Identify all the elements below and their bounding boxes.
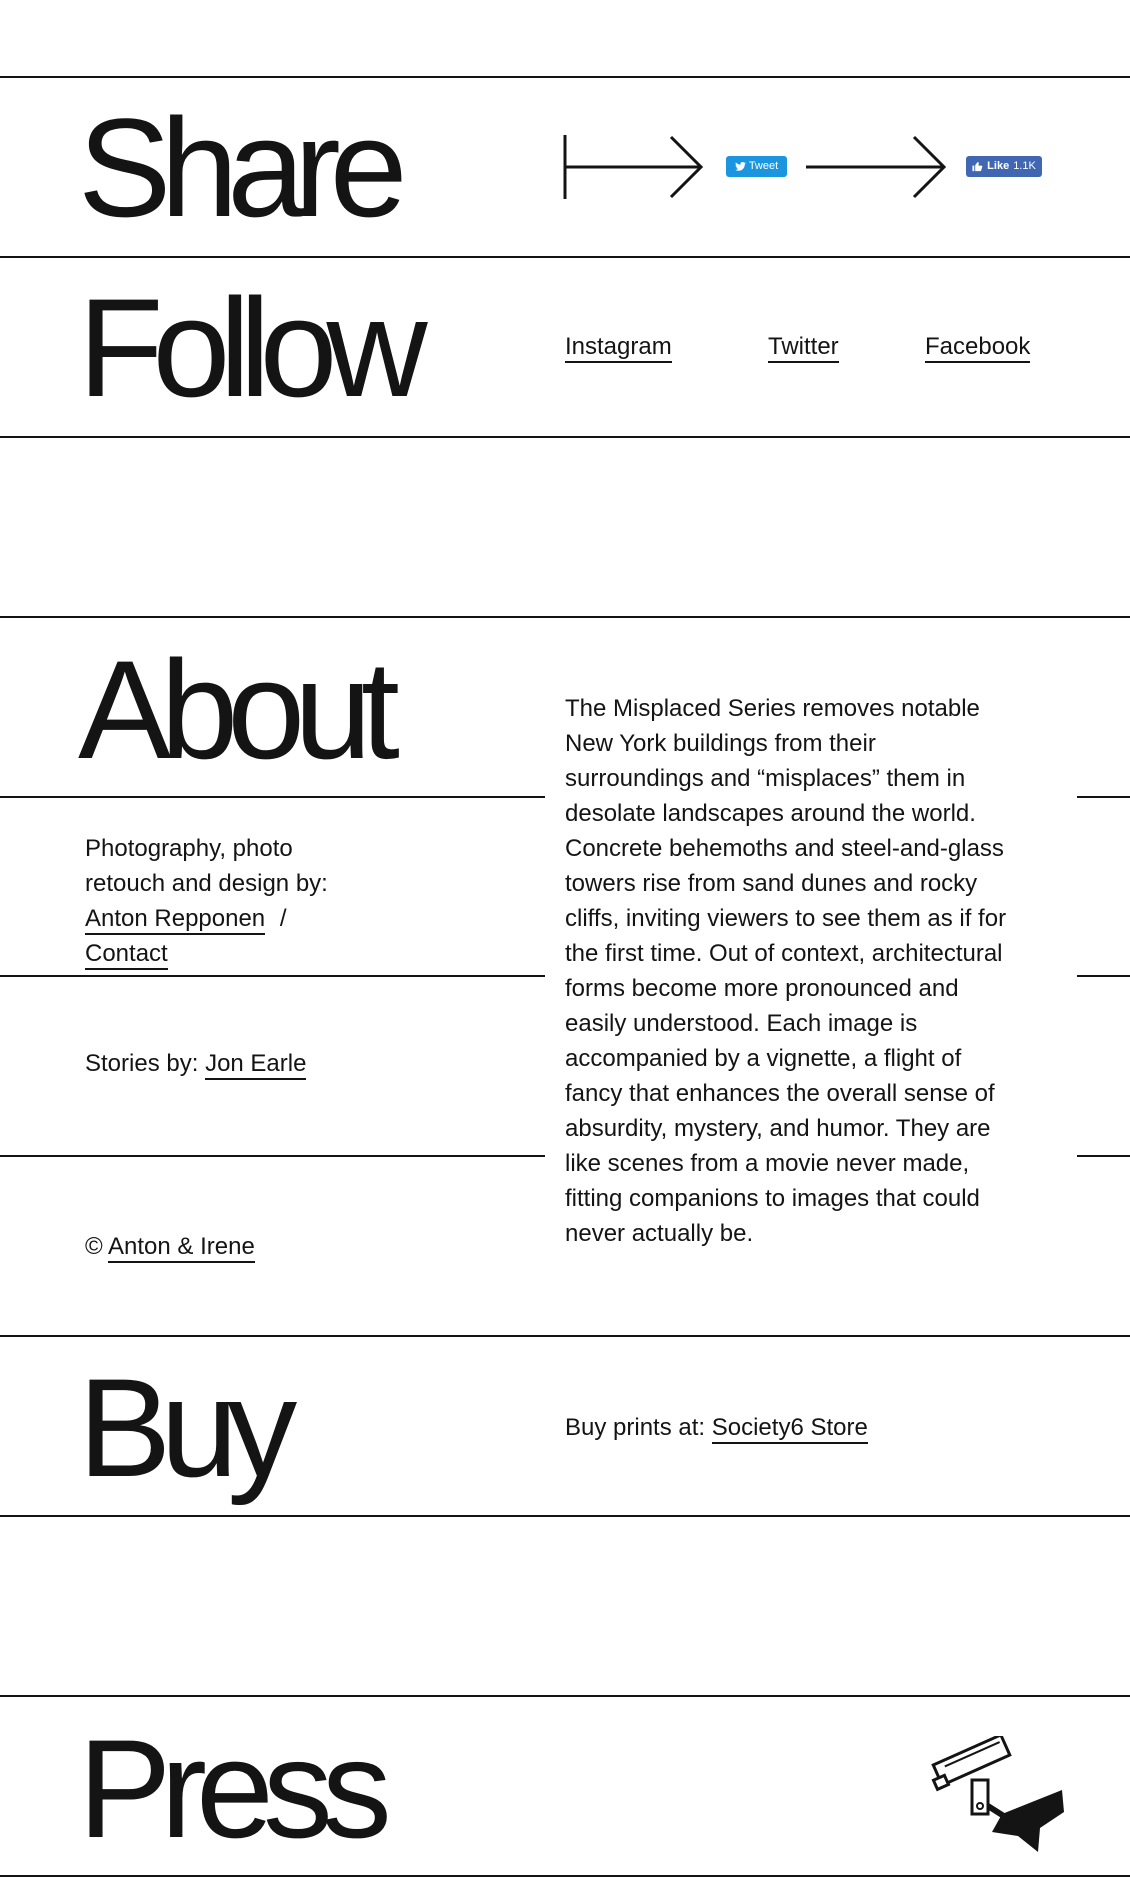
instagram-link[interactable]: Instagram [565,333,672,363]
like-count: 1.1K [1013,160,1036,172]
follow-link-instagram[interactable]: Instagram [565,330,672,364]
credits-separator: / [279,905,287,932]
like-label: Like [987,160,1010,172]
contact-link[interactable]: Contact [85,940,168,970]
copyright-link[interactable]: Anton & Irene [108,1233,255,1263]
divider [0,1695,1130,1697]
follow-link-twitter[interactable]: Twitter [768,330,839,364]
thumbs-up-icon [972,161,983,172]
copyright-block: © Anton & Irene [85,1229,255,1264]
author-link[interactable]: Anton Repponen [85,905,266,935]
divider [0,1875,1130,1877]
facebook-link[interactable]: Facebook [925,333,1031,363]
arrow-right-bar-icon [563,135,704,199]
divider [0,796,545,798]
divider [0,1515,1130,1517]
stories-block: Stories by: Jon Earle [85,1046,307,1081]
about-description: The Misplaced Series removes notable New… [565,695,1007,1247]
buy-prints-line: Buy prints at: Society6 Store [565,1410,868,1445]
divider [0,1155,545,1157]
about-heading: About [78,631,400,788]
follow-heading: Follow [78,269,428,426]
security-camera-icon [931,1736,1064,1852]
society6-store-link[interactable]: Society6 Store [711,1414,868,1444]
facebook-like-button[interactable]: Like 1.1K [966,156,1042,177]
divider [0,436,1130,438]
press-heading: Press [78,1710,392,1867]
share-heading: Share [78,89,408,246]
divider [0,975,545,977]
credits-prefix: Photography, photo retouch and design by… [85,835,328,897]
credits-block: Photography, photo retouch and design by… [85,831,365,971]
divider [1077,975,1130,977]
divider [0,616,1130,618]
tweet-label: Tweet [748,160,779,172]
divider [0,76,1130,78]
buy-heading: Buy [78,1349,297,1506]
divider [1077,1155,1130,1157]
copyright-symbol: © [85,1233,103,1260]
divider [0,256,1130,258]
tweet-button[interactable]: Tweet [726,156,787,177]
twitter-bird-icon [734,162,746,171]
twitter-link[interactable]: Twitter [768,333,839,363]
arrow-right-icon [806,135,947,199]
divider [0,1335,1130,1337]
buy-prefix: Buy prints at: [565,1414,706,1441]
stories-prefix: Stories by: [85,1050,199,1077]
divider [1077,796,1130,798]
follow-link-facebook[interactable]: Facebook [925,330,1031,364]
stories-author-link[interactable]: Jon Earle [205,1050,307,1080]
